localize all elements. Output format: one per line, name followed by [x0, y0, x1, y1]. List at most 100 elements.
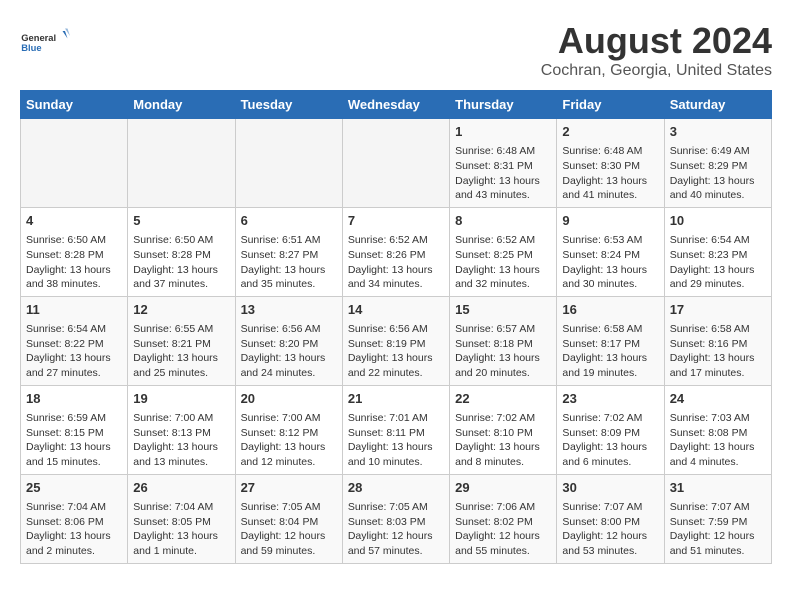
sunset-text: Sunset: 8:08 PM [670, 427, 748, 439]
daylight-text: Daylight: 13 hours and 4 minutes. [670, 441, 755, 468]
calendar-cell: 30 Sunrise: 7:07 AM Sunset: 8:00 PM Dayl… [557, 474, 664, 563]
sunrise-text: Sunrise: 6:48 AM [562, 145, 642, 157]
day-number: 18 [26, 390, 122, 408]
cell-content: Sunrise: 6:48 AM Sunset: 8:31 PM Dayligh… [455, 144, 551, 203]
cell-content: Sunrise: 7:05 AM Sunset: 8:04 PM Dayligh… [241, 500, 337, 559]
sunset-text: Sunset: 8:05 PM [133, 516, 211, 528]
calendar-week-row: 25 Sunrise: 7:04 AM Sunset: 8:06 PM Dayl… [21, 474, 772, 563]
cell-content: Sunrise: 7:07 AM Sunset: 7:59 PM Dayligh… [670, 500, 766, 559]
sunset-text: Sunset: 8:04 PM [241, 516, 319, 528]
cell-content: Sunrise: 6:59 AM Sunset: 8:15 PM Dayligh… [26, 411, 122, 470]
sunrise-text: Sunrise: 7:00 AM [241, 412, 321, 424]
calendar-cell: 10 Sunrise: 6:54 AM Sunset: 8:23 PM Dayl… [664, 207, 771, 296]
day-number: 19 [133, 390, 229, 408]
day-number: 16 [562, 301, 658, 319]
daylight-text: Daylight: 13 hours and 22 minutes. [348, 352, 433, 379]
calendar-cell [21, 119, 128, 208]
sunset-text: Sunset: 8:13 PM [133, 427, 211, 439]
daylight-text: Daylight: 13 hours and 6 minutes. [562, 441, 647, 468]
weekday-header-row: SundayMondayTuesdayWednesdayThursdayFrid… [21, 91, 772, 119]
daylight-text: Daylight: 12 hours and 53 minutes. [562, 530, 647, 557]
calendar-cell: 3 Sunrise: 6:49 AM Sunset: 8:29 PM Dayli… [664, 119, 771, 208]
daylight-text: Daylight: 13 hours and 10 minutes. [348, 441, 433, 468]
calendar-week-row: 18 Sunrise: 6:59 AM Sunset: 8:15 PM Dayl… [21, 385, 772, 474]
cell-content: Sunrise: 6:57 AM Sunset: 8:18 PM Dayligh… [455, 322, 551, 381]
calendar-cell: 2 Sunrise: 6:48 AM Sunset: 8:30 PM Dayli… [557, 119, 664, 208]
sunset-text: Sunset: 8:12 PM [241, 427, 319, 439]
calendar-cell: 21 Sunrise: 7:01 AM Sunset: 8:11 PM Dayl… [342, 385, 449, 474]
day-number: 17 [670, 301, 766, 319]
weekday-header: Sunday [21, 91, 128, 119]
sunset-text: Sunset: 8:20 PM [241, 338, 319, 350]
daylight-text: Daylight: 13 hours and 40 minutes. [670, 175, 755, 202]
daylight-text: Daylight: 13 hours and 27 minutes. [26, 352, 111, 379]
cell-content: Sunrise: 7:07 AM Sunset: 8:00 PM Dayligh… [562, 500, 658, 559]
sunset-text: Sunset: 8:16 PM [670, 338, 748, 350]
daylight-text: Daylight: 13 hours and 38 minutes. [26, 264, 111, 291]
calendar-week-row: 1 Sunrise: 6:48 AM Sunset: 8:31 PM Dayli… [21, 119, 772, 208]
day-number: 6 [241, 212, 337, 230]
weekday-header: Tuesday [235, 91, 342, 119]
cell-content: Sunrise: 6:58 AM Sunset: 8:17 PM Dayligh… [562, 322, 658, 381]
calendar-cell: 13 Sunrise: 6:56 AM Sunset: 8:20 PM Dayl… [235, 296, 342, 385]
sunset-text: Sunset: 8:11 PM [348, 427, 425, 439]
sunset-text: Sunset: 8:31 PM [455, 160, 533, 172]
daylight-text: Daylight: 12 hours and 59 minutes. [241, 530, 326, 557]
day-number: 20 [241, 390, 337, 408]
sunrise-text: Sunrise: 7:05 AM [241, 501, 321, 513]
daylight-text: Daylight: 13 hours and 2 minutes. [26, 530, 111, 557]
sunset-text: Sunset: 8:21 PM [133, 338, 211, 350]
calendar-cell: 26 Sunrise: 7:04 AM Sunset: 8:05 PM Dayl… [128, 474, 235, 563]
calendar-cell: 20 Sunrise: 7:00 AM Sunset: 8:12 PM Dayl… [235, 385, 342, 474]
day-number: 1 [455, 123, 551, 141]
weekday-header: Friday [557, 91, 664, 119]
calendar-cell [128, 119, 235, 208]
sunset-text: Sunset: 8:28 PM [133, 249, 211, 261]
sunrise-text: Sunrise: 6:56 AM [241, 323, 321, 335]
sunset-text: Sunset: 8:00 PM [562, 516, 640, 528]
day-number: 11 [26, 301, 122, 319]
daylight-text: Daylight: 12 hours and 57 minutes. [348, 530, 433, 557]
day-number: 23 [562, 390, 658, 408]
calendar-cell: 28 Sunrise: 7:05 AM Sunset: 8:03 PM Dayl… [342, 474, 449, 563]
calendar-cell: 4 Sunrise: 6:50 AM Sunset: 8:28 PM Dayli… [21, 207, 128, 296]
sunrise-text: Sunrise: 6:55 AM [133, 323, 213, 335]
cell-content: Sunrise: 7:04 AM Sunset: 8:06 PM Dayligh… [26, 500, 122, 559]
cell-content: Sunrise: 6:50 AM Sunset: 8:28 PM Dayligh… [26, 233, 122, 292]
calendar-cell: 31 Sunrise: 7:07 AM Sunset: 7:59 PM Dayl… [664, 474, 771, 563]
sunrise-text: Sunrise: 6:58 AM [670, 323, 750, 335]
calendar-cell: 8 Sunrise: 6:52 AM Sunset: 8:25 PM Dayli… [450, 207, 557, 296]
calendar-table: SundayMondayTuesdayWednesdayThursdayFrid… [20, 90, 772, 564]
day-number: 27 [241, 479, 337, 497]
sunrise-text: Sunrise: 6:53 AM [562, 234, 642, 246]
sunset-text: Sunset: 8:26 PM [348, 249, 426, 261]
calendar-cell: 7 Sunrise: 6:52 AM Sunset: 8:26 PM Dayli… [342, 207, 449, 296]
daylight-text: Daylight: 13 hours and 29 minutes. [670, 264, 755, 291]
sunset-text: Sunset: 8:25 PM [455, 249, 533, 261]
daylight-text: Daylight: 13 hours and 37 minutes. [133, 264, 218, 291]
day-number: 5 [133, 212, 229, 230]
cell-content: Sunrise: 7:02 AM Sunset: 8:10 PM Dayligh… [455, 411, 551, 470]
sunrise-text: Sunrise: 7:03 AM [670, 412, 750, 424]
sunrise-text: Sunrise: 6:57 AM [455, 323, 535, 335]
weekday-header: Thursday [450, 91, 557, 119]
calendar-cell: 22 Sunrise: 7:02 AM Sunset: 8:10 PM Dayl… [450, 385, 557, 474]
calendar-cell [342, 119, 449, 208]
sunset-text: Sunset: 8:28 PM [26, 249, 104, 261]
daylight-text: Daylight: 13 hours and 17 minutes. [670, 352, 755, 379]
sunrise-text: Sunrise: 6:50 AM [133, 234, 213, 246]
svg-text:General: General [21, 33, 56, 43]
day-number: 12 [133, 301, 229, 319]
sunrise-text: Sunrise: 7:02 AM [455, 412, 535, 424]
sunset-text: Sunset: 8:27 PM [241, 249, 319, 261]
calendar-cell: 23 Sunrise: 7:02 AM Sunset: 8:09 PM Dayl… [557, 385, 664, 474]
daylight-text: Daylight: 13 hours and 24 minutes. [241, 352, 326, 379]
sunrise-text: Sunrise: 7:04 AM [133, 501, 213, 513]
day-number: 25 [26, 479, 122, 497]
calendar-cell: 19 Sunrise: 7:00 AM Sunset: 8:13 PM Dayl… [128, 385, 235, 474]
sunrise-text: Sunrise: 6:56 AM [348, 323, 428, 335]
sunset-text: Sunset: 8:02 PM [455, 516, 533, 528]
calendar-week-row: 4 Sunrise: 6:50 AM Sunset: 8:28 PM Dayli… [21, 207, 772, 296]
sunrise-text: Sunrise: 6:49 AM [670, 145, 750, 157]
sunrise-text: Sunrise: 6:48 AM [455, 145, 535, 157]
